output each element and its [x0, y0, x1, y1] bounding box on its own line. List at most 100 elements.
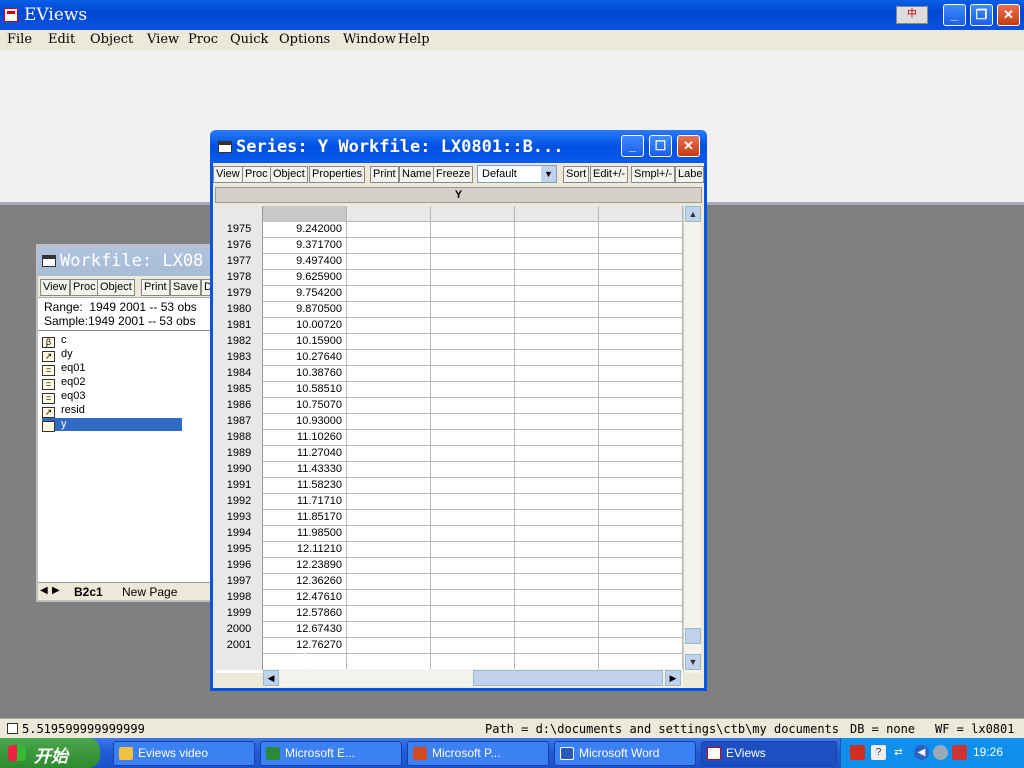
- empty-cell[interactable]: [347, 414, 431, 430]
- cell-value[interactable]: 11.43330: [263, 462, 347, 478]
- table-row[interactable]: 1996 12.23890: [216, 558, 683, 574]
- empty-cell[interactable]: [599, 462, 683, 478]
- empty-cell[interactable]: [347, 558, 431, 574]
- row-header[interactable]: 1992: [216, 494, 263, 510]
- menu-view[interactable]: View: [147, 32, 179, 47]
- row-header[interactable]: 1982: [216, 334, 263, 350]
- properties-button[interactable]: Properties: [309, 166, 366, 183]
- empty-cell[interactable]: [515, 302, 599, 318]
- empty-cell[interactable]: [431, 350, 515, 366]
- cell-value[interactable]: 11.10260: [263, 430, 347, 446]
- empty-cell[interactable]: [599, 654, 683, 670]
- empty-cell[interactable]: [431, 542, 515, 558]
- row-header[interactable]: 1975: [216, 222, 263, 238]
- cell-value[interactable]: 9.242000: [263, 222, 347, 238]
- empty-cell[interactable]: [347, 622, 431, 638]
- empty-cell[interactable]: [347, 302, 431, 318]
- empty-cell[interactable]: [599, 590, 683, 606]
- table-row[interactable]: 1975 9.242000: [216, 222, 683, 238]
- empty-cell[interactable]: [515, 398, 599, 414]
- status-checkbox[interactable]: [7, 723, 18, 734]
- empty-cell[interactable]: [347, 382, 431, 398]
- wf-object-button[interactable]: Object: [97, 279, 135, 296]
- row-header[interactable]: 1985: [216, 382, 263, 398]
- empty-cell[interactable]: [515, 542, 599, 558]
- empty-cell[interactable]: [599, 366, 683, 382]
- empty-cell[interactable]: [599, 526, 683, 542]
- task-microsoft-excel[interactable]: Microsoft E...: [260, 741, 402, 766]
- empty-cell[interactable]: [431, 590, 515, 606]
- table-row[interactable]: 1979 9.754200: [216, 286, 683, 302]
- cell-value[interactable]: 9.371700: [263, 238, 347, 254]
- table-row[interactable]: 1987 10.93000: [216, 414, 683, 430]
- empty-cell[interactable]: [347, 366, 431, 382]
- empty-cell[interactable]: [599, 238, 683, 254]
- row-header[interactable]: 1980: [216, 302, 263, 318]
- task-eviews-video[interactable]: Eviews video: [113, 741, 255, 766]
- table-row[interactable]: 2001 12.76270: [216, 638, 683, 654]
- wf-save-button[interactable]: Save: [170, 279, 202, 296]
- empty-cell[interactable]: [347, 222, 431, 238]
- table-row[interactable]: 1983 10.27640: [216, 350, 683, 366]
- empty-cell[interactable]: [515, 654, 599, 670]
- series-close-button[interactable]: ✕: [677, 135, 700, 157]
- table-row[interactable]: 2000 12.67430: [216, 622, 683, 638]
- smpl-toggle-button[interactable]: Smpl+/-: [631, 166, 676, 183]
- series-titlebar[interactable]: Series: Y Workfile: LX0801::B... _ ☐ ✕: [210, 130, 707, 163]
- view-button[interactable]: View: [213, 166, 243, 183]
- row-header[interactable]: 1984: [216, 366, 263, 382]
- empty-cell[interactable]: [431, 238, 515, 254]
- empty-cell[interactable]: [515, 510, 599, 526]
- row-header[interactable]: 1983: [216, 350, 263, 366]
- empty-cell[interactable]: [347, 446, 431, 462]
- cell-value[interactable]: 10.58510: [263, 382, 347, 398]
- table-row[interactable]: 1992 11.71710: [216, 494, 683, 510]
- cell-value[interactable]: 10.15900: [263, 334, 347, 350]
- menu-window[interactable]: Window: [343, 32, 396, 47]
- empty-cell[interactable]: [431, 302, 515, 318]
- menu-file[interactable]: File: [7, 32, 32, 47]
- vertical-scrollbar[interactable]: ▲ ▼: [683, 206, 701, 673]
- series-maximize-button[interactable]: ☐: [649, 135, 672, 157]
- table-row[interactable]: 1993 11.85170: [216, 510, 683, 526]
- empty-cell[interactable]: [431, 414, 515, 430]
- empty-cell[interactable]: [599, 574, 683, 590]
- empty-cell[interactable]: [347, 510, 431, 526]
- empty-cell[interactable]: [431, 526, 515, 542]
- chevron-down-icon[interactable]: ▼: [541, 166, 556, 182]
- object-eq03[interactable]: = eq03: [42, 390, 85, 404]
- cell-value[interactable]: 11.58230: [263, 478, 347, 494]
- empty-cell[interactable]: [347, 478, 431, 494]
- empty-cell[interactable]: [431, 478, 515, 494]
- empty-cell[interactable]: [515, 414, 599, 430]
- empty-cell[interactable]: [515, 622, 599, 638]
- table-row[interactable]: 1982 10.15900: [216, 334, 683, 350]
- scroll-up-icon[interactable]: ▲: [685, 206, 701, 222]
- row-header[interactable]: 1998: [216, 590, 263, 606]
- task-microsoft-powerpoint[interactable]: Microsoft P...: [407, 741, 549, 766]
- tab-b2c1[interactable]: B2c1: [74, 585, 103, 599]
- empty-cell[interactable]: [431, 558, 515, 574]
- table-row[interactable]: 1990 11.43330: [216, 462, 683, 478]
- help-icon[interactable]: ?: [871, 745, 886, 760]
- empty-cell[interactable]: [431, 430, 515, 446]
- tray-app-icon[interactable]: [850, 745, 865, 760]
- menu-help[interactable]: Help: [398, 32, 430, 47]
- empty-cell[interactable]: [515, 574, 599, 590]
- empty-cell[interactable]: [515, 222, 599, 238]
- empty-cell[interactable]: [515, 478, 599, 494]
- row-header[interactable]: 1978: [216, 270, 263, 286]
- row-header[interactable]: 1987: [216, 414, 263, 430]
- empty-cell[interactable]: [599, 222, 683, 238]
- cell-value[interactable]: 12.67430: [263, 622, 347, 638]
- tab-new-page[interactable]: New Page: [122, 585, 177, 599]
- empty-cell[interactable]: [599, 270, 683, 286]
- empty-cell[interactable]: [431, 254, 515, 270]
- empty-cell[interactable]: [431, 222, 515, 238]
- cell-value[interactable]: 11.98500: [263, 526, 347, 542]
- table-row[interactable]: 1980 9.870500: [216, 302, 683, 318]
- empty-cell[interactable]: [347, 286, 431, 302]
- column-header-y[interactable]: Y: [215, 187, 702, 203]
- menu-proc[interactable]: Proc: [188, 32, 218, 47]
- empty-cell[interactable]: [347, 542, 431, 558]
